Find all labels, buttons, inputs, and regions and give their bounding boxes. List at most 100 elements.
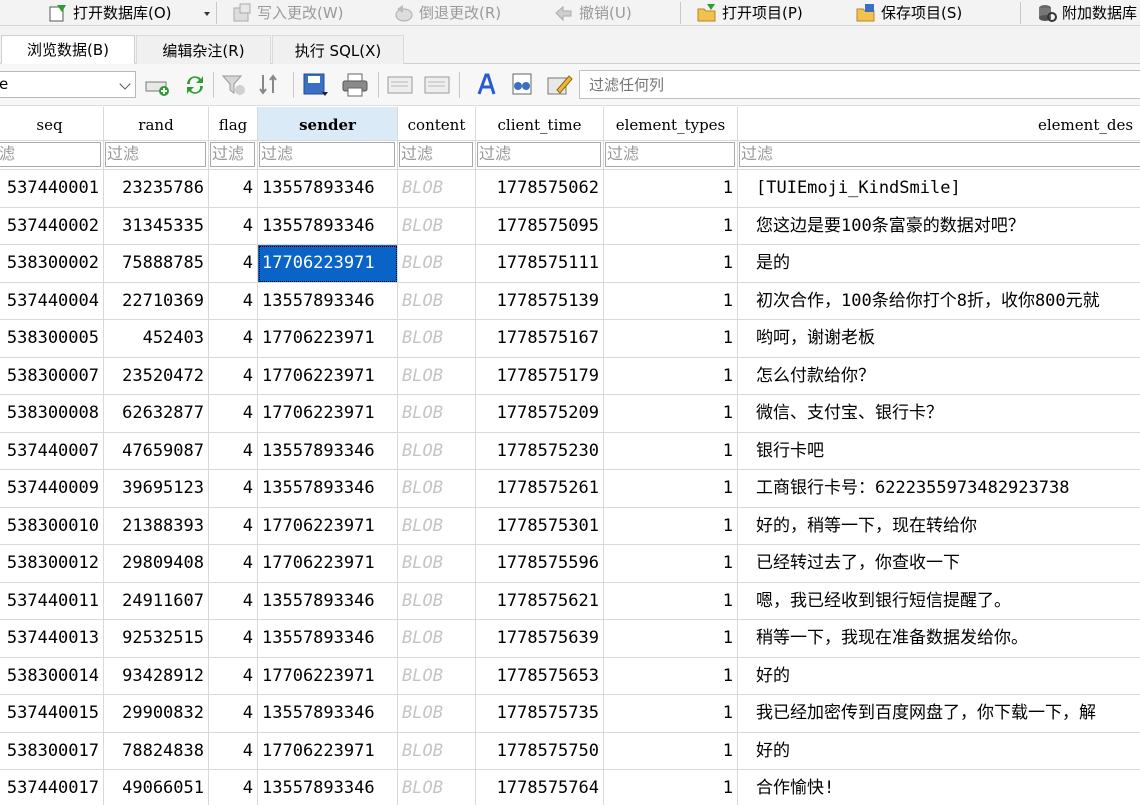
table-row[interactable]: 537440015 29900832 4 13557893346 BLOB 1778575… — [0, 695, 1140, 733]
cell-sender[interactable]: 17706223971 — [258, 245, 398, 283]
cell-rand[interactable]: 23520472 — [104, 357, 209, 395]
cell-client-time[interactable]: 1778575301 — [476, 507, 604, 545]
cell-element-types[interactable]: 1 — [604, 582, 738, 620]
column-header-seq[interactable]: seq — [0, 107, 104, 141]
cell-seq[interactable]: 538300008 — [0, 395, 104, 433]
cell-content[interactable]: BLOB — [398, 207, 476, 245]
table-row[interactable]: 537440002 31345335 4 13557893346 BLOB 1778575… — [0, 207, 1140, 245]
cell-element-types[interactable]: 1 — [604, 507, 738, 545]
cell-flag[interactable]: 4 — [209, 582, 258, 620]
new-record-icon[interactable] — [144, 72, 172, 98]
column-header-element-types[interactable]: element_types — [604, 107, 738, 141]
cell-seq[interactable]: 537440013 — [0, 620, 104, 658]
cell-seq[interactable]: 537440007 — [0, 432, 104, 470]
table-row[interactable]: 537440004 22710369 4 13557893346 BLOB 1778575… — [0, 282, 1140, 320]
cell-sender[interactable]: 13557893346 — [258, 282, 398, 320]
cell-client-time[interactable]: 1778575764 — [476, 770, 604, 805]
cell-element-des[interactable]: 好的 — [738, 658, 1140, 695]
column-header-rand[interactable]: rand — [104, 107, 209, 141]
delete-record-icon[interactable] — [423, 72, 451, 98]
column-header-flag[interactable]: flag — [209, 107, 258, 141]
cell-element-des[interactable]: 好的 — [738, 733, 1140, 770]
cell-content[interactable]: BLOB — [398, 432, 476, 470]
cell-content[interactable]: BLOB — [398, 582, 476, 620]
cell-client-time[interactable]: 1778575750 — [476, 732, 604, 770]
table-row[interactable]: 538300010 21388393 4 17706223971 BLOB 1778575… — [0, 507, 1140, 545]
edit-cell-icon[interactable] — [545, 72, 573, 98]
cell-content[interactable]: BLOB — [398, 282, 476, 320]
cell-sender[interactable]: 13557893346 — [258, 207, 398, 245]
cell-sender[interactable]: 13557893346 — [258, 695, 398, 733]
table-row[interactable]: 537440009 39695123 4 13557893346 BLOB 1778575… — [0, 470, 1140, 508]
cell-element-des[interactable]: 嗯，我已经收到银行短信提醒了。 — [738, 583, 1140, 620]
cell-content[interactable]: BLOB — [398, 320, 476, 358]
cell-sender[interactable]: 13557893346 — [258, 432, 398, 470]
cell-content[interactable]: BLOB — [398, 170, 476, 208]
table-row[interactable]: 537440011 24911607 4 13557893346 BLOB 1778575… — [0, 582, 1140, 620]
column-filter-client-time[interactable]: 过滤 — [476, 141, 604, 170]
cell-element-des[interactable]: 银行卡吧 — [738, 433, 1140, 470]
cell-sender[interactable]: 13557893346 — [258, 620, 398, 658]
cell-element-types[interactable]: 1 — [604, 282, 738, 320]
cell-seq[interactable]: 537440009 — [0, 470, 104, 508]
cell-sender[interactable]: 17706223971 — [258, 732, 398, 770]
cell-element-types[interactable]: 1 — [604, 432, 738, 470]
cell-content[interactable]: BLOB — [398, 507, 476, 545]
cell-content[interactable]: BLOB — [398, 245, 476, 283]
cell-rand[interactable]: 92532515 — [104, 620, 209, 658]
table-row[interactable]: 537440007 47659087 4 13557893346 BLOB 1778575… — [0, 432, 1140, 470]
cell-content[interactable]: BLOB — [398, 357, 476, 395]
cell-flag[interactable]: 4 — [209, 695, 258, 733]
cell-flag[interactable]: 4 — [209, 770, 258, 805]
cell-element-des[interactable]: 好的，稍等一下，现在转给你 — [738, 508, 1140, 545]
cell-client-time[interactable]: 1778575261 — [476, 470, 604, 508]
cell-element-des[interactable]: 怎么付款给你？ — [738, 358, 1140, 395]
insert-values-icon[interactable] — [386, 72, 414, 98]
cell-element-types[interactable]: 1 — [604, 657, 738, 695]
cell-element-des[interactable]: 初次合作，100条给你打个8折，收你800元就 — [738, 283, 1140, 320]
table-row[interactable]: 538300007 23520472 4 17706223971 BLOB 1778575… — [0, 357, 1140, 395]
save-project-button[interactable]: 保存项目(S) — [856, 0, 962, 25]
cell-flag[interactable]: 4 — [209, 357, 258, 395]
cell-element-des[interactable]: [TUIEmoji_KindSmile] — [738, 170, 1140, 208]
cell-content[interactable]: BLOB — [398, 545, 476, 583]
cell-element-types[interactable]: 1 — [604, 170, 738, 208]
cell-element-types[interactable]: 1 — [604, 732, 738, 770]
column-filter-content[interactable]: 过滤 — [398, 141, 476, 170]
cell-content[interactable]: BLOB — [398, 695, 476, 733]
cell-seq[interactable]: 538300007 — [0, 357, 104, 395]
cell-seq[interactable]: 538300010 — [0, 507, 104, 545]
cell-seq[interactable]: 537440004 — [0, 282, 104, 320]
cell-element-types[interactable]: 1 — [604, 245, 738, 283]
cell-sender[interactable]: 13557893346 — [258, 582, 398, 620]
cell-element-types[interactable]: 1 — [604, 320, 738, 358]
table-row[interactable]: 538300002 75888785 4 17706223971 BLOB 1778575… — [0, 245, 1140, 283]
cell-rand[interactable]: 75888785 — [104, 245, 209, 283]
table-select[interactable]: e — [0, 71, 136, 98]
cell-element-types[interactable]: 1 — [604, 395, 738, 433]
cell-content[interactable]: BLOB — [398, 470, 476, 508]
cell-seq[interactable]: 537440017 — [0, 770, 104, 805]
cell-seq[interactable]: 537440002 — [0, 207, 104, 245]
cell-rand[interactable]: 452403 — [104, 320, 209, 358]
refresh-icon[interactable] — [181, 72, 209, 98]
column-filter-sender[interactable]: 过滤 — [258, 141, 398, 170]
cell-element-des[interactable]: 我已经加密传到百度网盘了，你下载一下，解 — [738, 695, 1140, 733]
table-row[interactable]: 538300012 29809408 4 17706223971 BLOB 1778575… — [0, 545, 1140, 583]
cell-element-des[interactable]: 已经转过去了，你查收一下 — [738, 545, 1140, 583]
cell-flag[interactable]: 4 — [209, 507, 258, 545]
cell-element-types[interactable]: 1 — [604, 695, 738, 733]
cell-content[interactable]: BLOB — [398, 732, 476, 770]
cell-content[interactable]: BLOB — [398, 770, 476, 805]
find-replace-icon[interactable] — [508, 72, 536, 98]
cell-client-time[interactable]: 1778575167 — [476, 320, 604, 358]
column-header-element-des[interactable]: element_des — [738, 107, 1140, 141]
cell-flag[interactable]: 4 — [209, 657, 258, 695]
revert-changes-button[interactable]: 倒退更改(R) — [394, 0, 501, 25]
tab-execute-sql[interactable]: 执行 SQL(X) — [272, 35, 404, 64]
open-database-button[interactable]: 打开数据库(O) — [48, 0, 172, 25]
cell-rand[interactable]: 31345335 — [104, 207, 209, 245]
cell-element-types[interactable]: 1 — [604, 620, 738, 658]
cell-client-time[interactable]: 1778575139 — [476, 282, 604, 320]
column-filter-element-des[interactable]: 过滤 — [738, 141, 1140, 170]
